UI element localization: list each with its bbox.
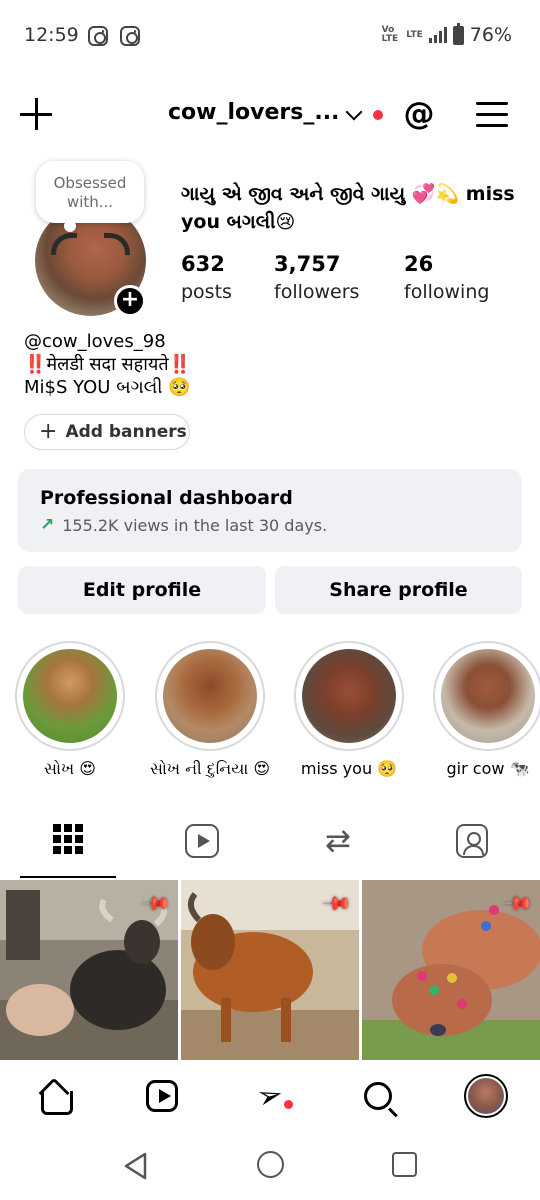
dashboard-views: 155.2K views in the last 30 days. [62,515,328,535]
highlight-image [302,649,396,743]
plus-icon: + [39,419,58,444]
story-highlight[interactable]: સોખ ની દુનિયા 😍 [150,641,270,779]
stat-followers[interactable]: 3,757 followers [274,250,359,306]
nav-reels[interactable] [142,1076,182,1116]
home-button-icon[interactable] [257,1151,284,1178]
nav-home[interactable] [34,1076,74,1116]
messages-notification-dot [284,1100,293,1109]
search-icon [364,1082,392,1110]
status-bar: 12:59 Vo LTE LTE 76% [0,0,540,72]
stat-label: posts [181,281,232,303]
avatar-art [104,233,130,255]
add-story-icon[interactable]: + [114,285,146,317]
highlight-image [163,649,257,743]
battery-percent: 76% [469,24,512,46]
dashboard-title: Professional dashboard [40,487,293,509]
story-highlight[interactable]: સોખ 😍 [15,641,125,779]
tab-tagged[interactable] [424,812,520,878]
highlight-label: સોખ 😍 [44,759,96,778]
system-navigation [0,1132,540,1200]
dashboard-subtitle: ↗ 155.2K views in the last 30 days. [40,515,500,535]
signal-icon [428,27,447,43]
battery-icon [452,22,464,45]
tagged-icon [456,824,488,858]
threads-icon: @ [24,331,42,352]
stat-posts[interactable]: 632 posts [181,250,232,306]
highlight-ring [294,641,404,751]
profile-tabs: ⇄ [0,812,540,878]
stat-label: followers [274,281,360,303]
highlight-image [23,649,117,743]
story-highlight[interactable]: miss you 🥺 [294,641,404,778]
trend-up-icon: ↗ [40,515,55,535]
add-banners-button[interactable]: + Add banners [24,414,190,450]
bio-line: ‼️मेलडी सदा सहायते‼️ [24,354,192,375]
grid-post[interactable]: 📌 [362,880,540,1060]
instagram-notification-icon [120,26,140,46]
tab-reels[interactable] [154,812,250,878]
profile-avatar-icon [464,1074,508,1118]
threads-handle-link[interactable]: @cow_loves_98 [24,330,191,353]
stat-label: following [404,281,490,303]
home-icon [38,1080,73,1115]
grid-post[interactable]: 📌 [181,880,359,1060]
status-right: Vo LTE LTE 76% [381,22,512,46]
professional-dashboard[interactable]: Professional dashboard ↗ 155.2K views in… [18,469,522,552]
instagram-notification-icon [88,26,108,46]
active-tab-indicator [20,876,116,878]
create-plus-icon[interactable] [20,98,52,130]
highlight-label: સોખ ની દુનિયા 😍 [149,759,271,778]
grid-icon [53,824,83,854]
profile-display-name: ગાયુ એ જીવ અને જીવે ગાયુ 💞💫 miss you બગલ… [181,183,515,233]
notification-dot [373,110,383,120]
stat-value: 3,757 [274,252,341,276]
highlight-ring [433,641,540,751]
threads-icon[interactable]: @ [402,96,436,132]
bottom-navigation: ➢ [0,1062,540,1132]
bio-line: Mi$S YOU બગલી 🥺 [24,377,191,398]
nav-messages[interactable]: ➢ [250,1075,290,1117]
grid-post[interactable]: 📌 [0,880,178,1060]
volte-icon: Vo LTE [381,25,399,44]
chevron-down-icon[interactable] [345,103,363,121]
reels-icon [185,824,219,858]
avatar-art [51,233,77,255]
stat-value: 26 [404,252,434,276]
nav-profile[interactable] [462,1072,510,1120]
highlight-label: gir cow 🐄 [446,759,530,778]
stat-following[interactable]: 26 following [404,250,489,306]
lte-icon: LTE [406,29,423,40]
highlight-image [441,649,535,743]
repost-icon: ⇄ [325,823,351,859]
send-icon: ➢ [252,1075,288,1117]
account-switcher-username[interactable]: cow_lovers_... [168,100,339,125]
highlight-ring [15,641,125,751]
nav-search[interactable] [358,1076,398,1116]
stat-value: 632 [181,252,225,276]
add-banners-label: Add banners [65,422,187,442]
menu-icon[interactable] [476,100,508,128]
profile-header: cow_lovers_... @ [0,88,540,144]
back-icon[interactable] [120,1150,152,1182]
highlight-ring [155,641,265,751]
edit-profile-button[interactable]: Edit profile [18,566,266,614]
reels-icon [146,1080,178,1112]
story-highlight[interactable]: gir cow 🐄 [433,641,540,778]
profile-bio: @cow_loves_98 ‼️मेलडी सदा सहायते‼️ Mi$S … [24,330,191,399]
share-profile-button[interactable]: Share profile [275,566,522,614]
recent-apps-icon[interactable] [392,1152,417,1177]
highlight-label: miss you 🥺 [300,759,398,778]
note-bubble[interactable]: Obsessed with... [36,161,144,232]
status-time: 12:59 [24,24,79,46]
tab-reposts[interactable]: ⇄ [290,812,386,878]
tab-posts-grid[interactable] [20,812,116,878]
